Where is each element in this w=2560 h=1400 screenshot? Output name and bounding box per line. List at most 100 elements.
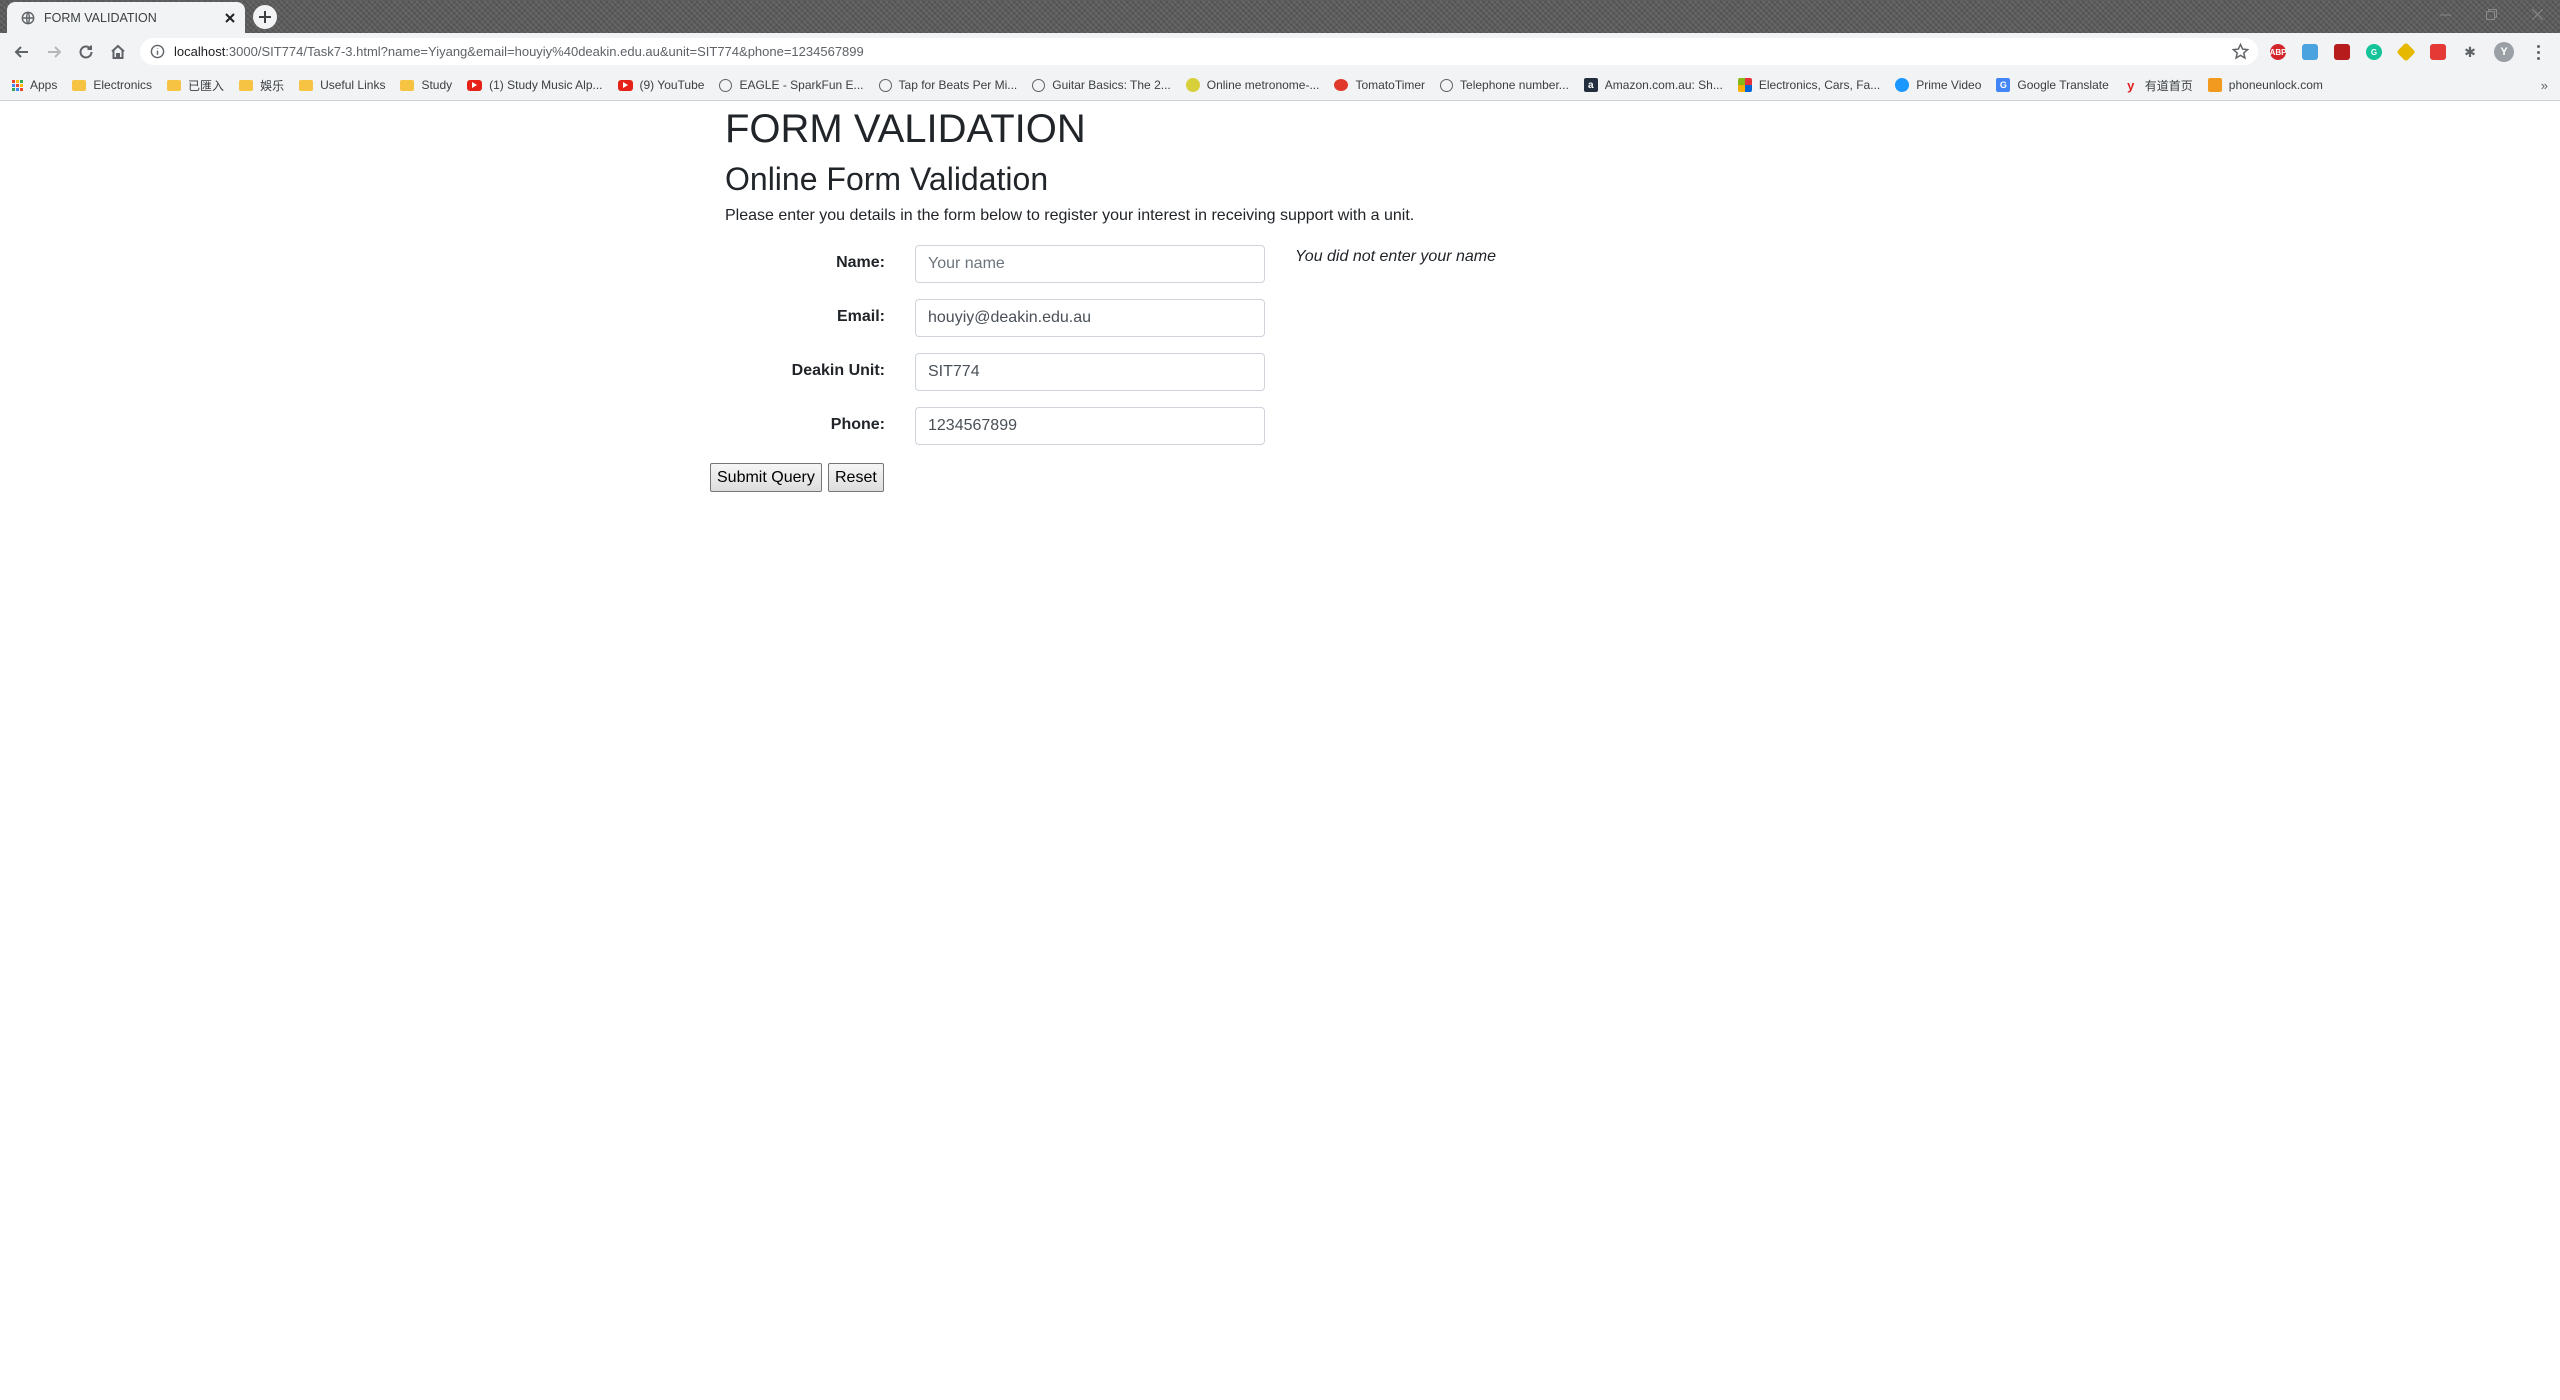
bookmark-item[interactable]: (1) Study Music Alp... (467, 78, 603, 92)
youdao-icon: y (2127, 77, 2135, 93)
star-icon[interactable] (2232, 43, 2249, 60)
name-input[interactable] (915, 245, 1265, 283)
arrow-left-icon (14, 46, 28, 58)
close-tab-icon[interactable] (222, 10, 237, 25)
phoneunlock-icon (2207, 78, 2222, 92)
folder-icon (299, 79, 314, 91)
bookmark-item[interactable]: Telephone number... (1440, 78, 1569, 92)
bookmark-item[interactable]: EAGLE - SparkFun E... (719, 78, 864, 92)
amazon-icon: a (1583, 78, 1598, 92)
bookmark-item[interactable]: Apps (12, 78, 57, 92)
bookmark-item[interactable]: Electronics (72, 78, 152, 92)
reload-icon (79, 45, 93, 59)
address-bar[interactable]: localhost:3000/SIT774/Task7-3.html?name=… (140, 38, 2258, 65)
bookmark-item[interactable]: y 有道首页 (2124, 77, 2193, 94)
reload-button[interactable] (74, 40, 98, 64)
browser-toolbar: localhost:3000/SIT774/Task7-3.html?name=… (0, 33, 2560, 70)
email-label: Email: (836, 308, 885, 325)
folder-icon (72, 79, 87, 91)
bookmark-label: TomatoTimer (1355, 78, 1426, 92)
bookmark-item[interactable]: TomatoTimer (1334, 78, 1425, 92)
reset-button[interactable]: Reset (828, 463, 884, 492)
bookmarks-overflow-icon[interactable]: » (2541, 78, 2548, 93)
new-tab-button[interactable] (253, 5, 277, 29)
prime-video-icon (1895, 78, 1910, 92)
home-button[interactable] (106, 40, 130, 64)
url-path: :3000/SIT774/Task7-3.html?name=Yiyang&em… (225, 44, 864, 59)
folder-icon (239, 79, 254, 91)
url-host: localhost (174, 44, 226, 59)
intro-text: Please enter you details in the form bel… (725, 207, 1415, 224)
bookmark-item[interactable]: Study (400, 78, 452, 92)
bookmark-item[interactable]: (9) YouTube (617, 78, 705, 92)
bookmark-item[interactable]: Useful Links (299, 78, 385, 92)
bookmarks-bar: Apps Electronics 已匯入 娛乐 Useful Links Study (1)… (0, 70, 2560, 101)
arrow-right-icon (48, 46, 62, 58)
bookmark-label: 有道首页 (2144, 78, 2193, 93)
browser-tab[interactable]: FORM VALIDATION (7, 2, 245, 33)
bookmark-item[interactable]: Electronics, Cars, Fa... (1737, 78, 1880, 92)
bookmark-item[interactable]: Online metronome-... (1185, 78, 1320, 92)
bookmark-label: Guitar Basics: The 2... (1052, 78, 1171, 92)
url-text[interactable]: localhost:3000/SIT774/Task7-3.html?name=… (174, 44, 864, 59)
restore-button[interactable] (2476, 4, 2506, 24)
bookmark-item[interactable]: phoneunlock.com (2207, 78, 2323, 92)
metronome-icon (1185, 78, 1200, 92)
close-window-button[interactable] (2522, 4, 2552, 24)
unit-input[interactable] (915, 353, 1265, 391)
minimize-button[interactable] (2430, 4, 2460, 24)
grammarly-icon[interactable]: G (2366, 44, 2382, 60)
unit-label: Deakin Unit: (791, 362, 885, 379)
bookmark-item[interactable]: G Google Translate (1996, 78, 2109, 92)
bookmark-label: Prime Video (1916, 78, 1982, 92)
phone-row: Phone: (725, 405, 1625, 445)
bookmark-item[interactable]: Guitar Basics: The 2... (1032, 78, 1171, 92)
bookmark-label: Tap for Beats Per Mi... (898, 78, 1018, 92)
bookmark-item[interactable]: 已匯入 (167, 77, 224, 94)
globe-icon (1032, 78, 1046, 92)
bookmark-item[interactable]: a Amazon.com.au: Sh... (1583, 78, 1723, 92)
bookmark-label: 已匯入 (188, 78, 225, 93)
folder-icon (167, 79, 182, 91)
ebay-icon (1737, 78, 1752, 92)
profile-avatar-icon[interactable]: Y (2494, 42, 2514, 62)
bookmark-label: Amazon.com.au: Sh... (1604, 78, 1723, 92)
bookmark-label: (9) YouTube (639, 78, 705, 92)
home-icon (111, 44, 125, 59)
red-extension-icon[interactable] (2430, 44, 2446, 60)
back-button[interactable] (10, 40, 34, 64)
bookmark-label: Online metronome-... (1206, 78, 1320, 92)
email-row: Email: (725, 297, 1625, 337)
globe-icon (719, 78, 733, 92)
apps-icon (12, 79, 23, 91)
youtube-icon (617, 79, 633, 91)
bookmark-item[interactable]: Tap for Beats Per Mi... (878, 78, 1018, 92)
web-page: FORM VALIDATION Online Form Validation P… (0, 101, 2560, 1400)
browser-menu-icon[interactable] (2530, 41, 2546, 63)
unit-row: Deakin Unit: (725, 351, 1625, 391)
name-label: Name: (836, 254, 885, 271)
adblock-icon[interactable]: ABP (2270, 44, 2286, 60)
phone-input[interactable] (915, 407, 1265, 445)
tomato-icon (1334, 79, 1349, 91)
pdf-extension-icon[interactable] (2334, 44, 2350, 60)
email-input[interactable] (915, 299, 1265, 337)
bookmark-item[interactable]: Prime Video (1895, 78, 1981, 92)
diamond-extension-icon[interactable] (2396, 42, 2416, 62)
info-icon[interactable] (150, 44, 165, 59)
google-translate-icon: G (1996, 78, 2011, 92)
extensions-bar: ABP G ✱ Y (2270, 40, 2530, 64)
plus-icon (259, 11, 271, 23)
bookmark-label: Study (421, 78, 453, 92)
page-subtitle: Online Form Validation (725, 161, 1049, 197)
page-title: FORM VALIDATION (725, 107, 1086, 151)
bookmark-label: Google Translate (2017, 78, 2109, 92)
submit-button[interactable]: Submit Query (710, 463, 822, 492)
forward-button[interactable] (42, 40, 66, 64)
name-row: Name: You did not enter your name (725, 243, 1625, 283)
puzzle-icon[interactable]: ✱ (2462, 44, 2478, 60)
bookmark-label: Useful Links (320, 78, 386, 92)
phone-label: Phone: (830, 416, 885, 433)
cloud-extension-icon[interactable] (2302, 44, 2318, 60)
bookmark-item[interactable]: 娛乐 (239, 77, 284, 94)
